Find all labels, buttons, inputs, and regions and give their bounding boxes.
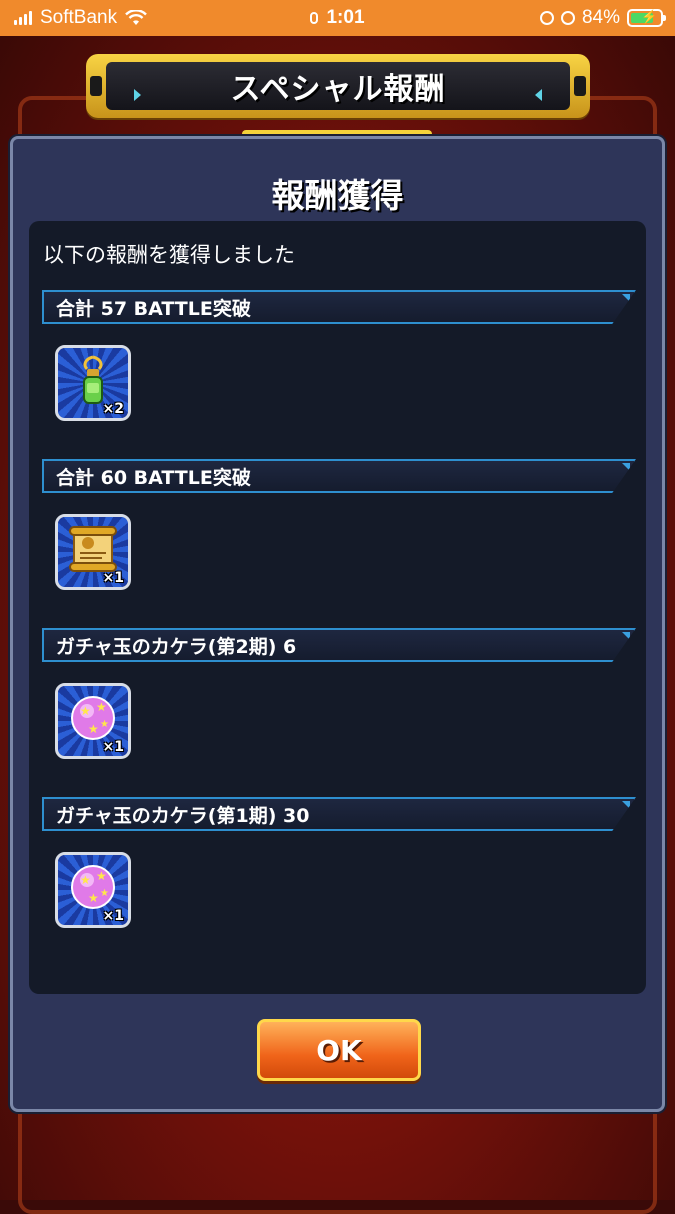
banner-title: スペシャル報酬 bbox=[230, 72, 446, 107]
dialog-title: 報酬獲得 bbox=[271, 176, 404, 215]
reward-item[interactable]: ★ ★ ★ ★ ×1 bbox=[55, 852, 131, 928]
orientation-lock-icon bbox=[539, 11, 554, 25]
reward-item[interactable]: ×2 bbox=[55, 345, 131, 421]
reward-header: ガチャ玉のカケラ(第1期) 30 bbox=[42, 797, 636, 831]
svg-text:★: ★ bbox=[96, 700, 107, 714]
reward-header: 合計 60 BATTLE突破 bbox=[42, 459, 636, 493]
banner-bolt-left bbox=[90, 76, 102, 96]
scroll-icon bbox=[69, 526, 117, 573]
item-quantity: ×1 bbox=[102, 908, 124, 924]
banner-arrow-left-icon bbox=[134, 89, 141, 101]
dialog-subtitle: 以下の報酬を獲得しました bbox=[43, 243, 295, 267]
banner-bolt-right bbox=[574, 76, 586, 96]
battery-percent: 84% bbox=[581, 7, 620, 28]
clock-time: 1:01 bbox=[326, 7, 365, 28]
svg-text:★: ★ bbox=[100, 719, 109, 730]
title-banner: スペシャル報酬 bbox=[86, 54, 590, 118]
reward-dialog: 報酬獲得 以下の報酬を獲得しました 合計 57 BATTLE突破 ×2 合計 6… bbox=[10, 136, 665, 1112]
svg-text:★: ★ bbox=[88, 891, 99, 905]
svg-text:★: ★ bbox=[100, 888, 109, 899]
gacha-orb-icon: ★ ★ ★ ★ bbox=[71, 865, 115, 910]
alarm-icon bbox=[560, 11, 575, 25]
ok-button[interactable]: OK bbox=[257, 1019, 421, 1081]
reward-header: 合計 57 BATTLE突破 bbox=[42, 290, 636, 324]
item-quantity: ×1 bbox=[102, 739, 124, 755]
microphone-icon bbox=[310, 12, 319, 24]
reward-item[interactable]: ★ ★ ★ ★ ×1 bbox=[55, 683, 131, 759]
svg-text:★: ★ bbox=[80, 704, 91, 718]
svg-text:★: ★ bbox=[88, 722, 99, 736]
reward-header: ガチャ玉のカケラ(第2期) 6 bbox=[42, 628, 636, 662]
banner-arrow-right-icon bbox=[535, 89, 542, 101]
svg-text:★: ★ bbox=[80, 873, 91, 887]
reward-list: 以下の報酬を獲得しました 合計 57 BATTLE突破 ×2 合計 60 BAT… bbox=[29, 221, 646, 994]
reward-item[interactable]: ×1 bbox=[55, 514, 131, 590]
bottle-icon bbox=[83, 355, 103, 405]
svg-text:★: ★ bbox=[96, 869, 107, 883]
item-quantity: ×2 bbox=[102, 401, 124, 417]
gacha-orb-icon: ★ ★ ★ ★ bbox=[71, 696, 115, 741]
battery-icon: ⚡ bbox=[627, 9, 666, 27]
status-bar: SoftBank 1:01 84% ⚡ bbox=[0, 0, 675, 36]
item-quantity: ×1 bbox=[102, 570, 124, 586]
